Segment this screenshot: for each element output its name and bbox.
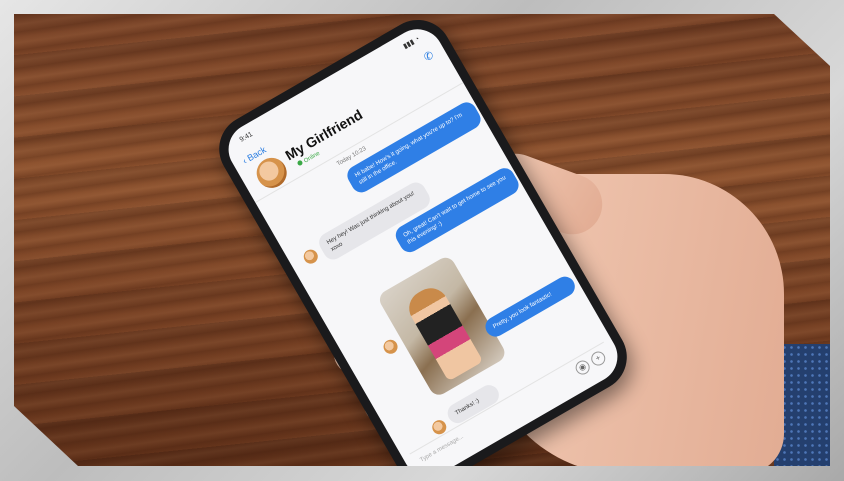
signal-battery-icon: ▮▮▮ ◔ xyxy=(402,35,422,51)
status-time: 9:41 xyxy=(238,130,254,144)
composer-input[interactable]: Type a message... xyxy=(419,434,464,464)
avatar xyxy=(380,337,401,357)
phone-icon[interactable]: ✆ xyxy=(422,48,436,64)
photo-subject xyxy=(402,281,484,382)
attach-icon[interactable]: + xyxy=(588,348,608,369)
camera-icon[interactable]: ◉ xyxy=(573,357,593,378)
avatar xyxy=(301,247,321,267)
chat-screen: 9:41 ▮▮▮ ◔ ‹ Back My Girlfriend Online ✆… xyxy=(219,19,627,466)
message-bubble-outgoing: Pretty, you look fantastic! xyxy=(481,272,579,341)
photo-background: 9:41 ▮▮▮ ◔ ‹ Back My Girlfriend Online ✆… xyxy=(14,14,830,466)
